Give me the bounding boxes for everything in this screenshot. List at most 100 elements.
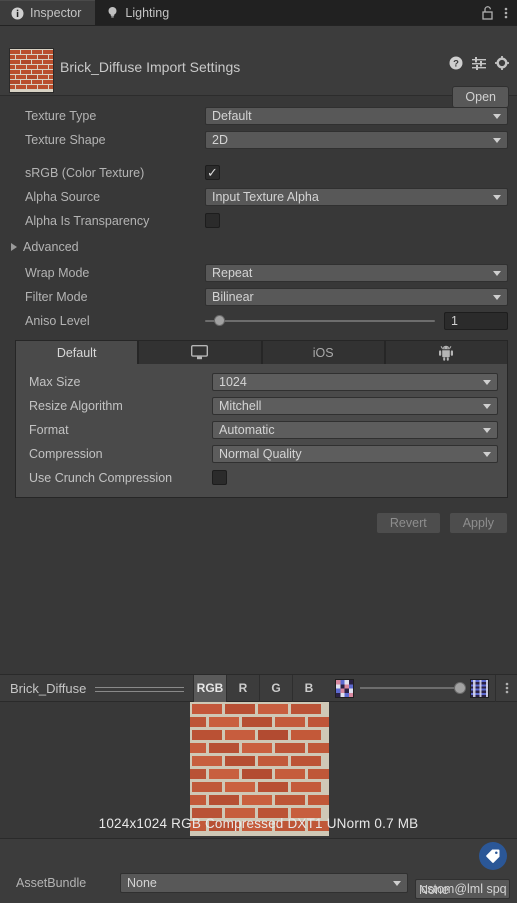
platform-tab-android[interactable] <box>384 340 508 364</box>
platform-tab-ios[interactable]: iOS <box>261 340 385 364</box>
compression-dropdown[interactable]: Normal Quality <box>212 444 498 463</box>
channel-button-rgb[interactable]: RGB <box>193 674 226 702</box>
filter-mode-label: Filter Mode <box>25 289 88 304</box>
mip-small-icon[interactable] <box>335 678 354 698</box>
chevron-down-icon <box>483 427 491 433</box>
mip-level-slider[interactable] <box>360 681 466 695</box>
preview-info-text: 1024x1024 RGB Compressed DXT1 UNorm 0.7 … <box>98 816 419 831</box>
checkmark-icon: ✓ <box>207 165 218 180</box>
mip-large-icon[interactable] <box>470 678 489 698</box>
channel-button-g[interactable]: G <box>259 674 292 702</box>
aniso-level-label: Aniso Level <box>25 313 90 328</box>
alpha-source-value: Input Texture Alpha <box>212 189 319 204</box>
gear-icon[interactable] <box>495 56 509 70</box>
slider-handle[interactable] <box>214 315 226 326</box>
assetbundle-variant-dropdown[interactable]: cstom@lml spq <box>415 879 510 899</box>
import-settings-section: Texture Type Default Texture Shape 2D sR… <box>0 96 517 330</box>
tab-inspector-label: Inspector <box>30 6 82 20</box>
kebab-menu-icon[interactable] <box>504 6 508 20</box>
use-crunch-compression-checkbox[interactable] <box>212 470 227 485</box>
assetbundle-label: AssetBundle <box>16 876 87 890</box>
tab-inspector[interactable]: Inspector <box>0 0 96 25</box>
open-button[interactable]: Open <box>452 86 509 108</box>
platform-tab-ios-label: iOS <box>312 345 334 360</box>
texture-type-label: Texture Type <box>25 108 97 123</box>
max-size-value: 1024 <box>219 374 247 389</box>
alpha-source-dropdown[interactable]: Input Texture Alpha <box>205 187 508 206</box>
object-header: Brick_Diffuse Import Settings ? Open <box>0 26 517 108</box>
texture-type-dropdown[interactable]: Default <box>205 106 508 125</box>
platform-tab-default[interactable]: Default <box>15 340 139 364</box>
aniso-level-control: 1 <box>205 311 508 330</box>
row-srgb: sRGB (Color Texture) ✓ <box>9 163 508 182</box>
wrap-mode-label: Wrap Mode <box>25 265 90 280</box>
svg-text:?: ? <box>453 59 459 70</box>
help-icon[interactable]: ? <box>449 56 463 70</box>
compression-value: Normal Quality <box>219 446 302 461</box>
max-size-dropdown[interactable]: 1024 <box>212 372 498 391</box>
channel-button-r[interactable]: R <box>226 674 259 702</box>
slider-track <box>360 687 466 689</box>
srgb-label: sRGB (Color Texture) <box>25 165 145 180</box>
foldout-arrow-icon <box>11 243 17 251</box>
srgb-checkbox[interactable]: ✓ <box>205 165 220 180</box>
channel-button-b[interactable]: B <box>292 674 325 702</box>
platform-panel: Max Size 1024 Resize Algorithm Mitchell … <box>15 364 508 498</box>
advanced-label: Advanced <box>23 240 79 254</box>
window-actions <box>481 0 517 25</box>
page-title: Brick_Diffuse Import Settings <box>60 59 241 75</box>
header-icon-group: ? <box>449 56 509 70</box>
texture-shape-label: Texture Shape <box>25 132 106 147</box>
alpha-is-transparency-checkbox[interactable] <box>205 213 220 228</box>
format-label: Format <box>29 422 69 437</box>
apply-button[interactable]: Apply <box>448 512 508 534</box>
compression-label: Compression <box>29 446 103 461</box>
texture-shape-value: 2D <box>212 132 228 147</box>
row-compression: Compression Normal Quality <box>16 444 498 463</box>
row-resize-algorithm: Resize Algorithm Mitchell <box>16 396 498 415</box>
row-filter-mode: Filter Mode Bilinear <box>9 287 508 306</box>
filter-mode-dropdown[interactable]: Bilinear <box>205 287 508 306</box>
window-tabstrip: Inspector Lighting <box>0 0 517 26</box>
platform-tab-standalone[interactable] <box>138 340 262 364</box>
row-alpha-source: Alpha Source Input Texture Alpha <box>9 187 508 206</box>
resize-algorithm-dropdown[interactable]: Mitchell <box>212 396 498 415</box>
tab-lighting[interactable]: Lighting <box>95 0 183 25</box>
toolbar-separator <box>95 683 184 693</box>
row-max-size: Max Size 1024 <box>16 372 498 391</box>
preview-menu-icon[interactable] <box>495 674 517 702</box>
aniso-level-field[interactable]: 1 <box>444 311 508 330</box>
filter-mode-value: Bilinear <box>212 289 254 304</box>
chevron-down-icon <box>483 451 491 457</box>
assetbundle-value: None <box>127 876 157 890</box>
lock-icon[interactable] <box>481 5 494 20</box>
preview-toolbar: Brick_Diffuse RGB R G B <box>0 674 517 702</box>
assetbundle-dropdown[interactable]: None <box>120 873 408 893</box>
advanced-foldout[interactable]: Advanced <box>11 237 508 257</box>
aniso-level-slider[interactable] <box>205 314 435 328</box>
slider-handle[interactable] <box>454 682 466 694</box>
row-alpha-is-transparency: Alpha Is Transparency <box>9 211 508 230</box>
row-texture-shape: Texture Shape 2D <box>9 130 508 149</box>
wrap-mode-dropdown[interactable]: Repeat <box>205 263 508 282</box>
slider-track <box>205 319 435 322</box>
action-button-row: Revert Apply <box>0 498 517 534</box>
alpha-source-label: Alpha Source <box>25 189 101 204</box>
label-tag-icon[interactable] <box>479 842 507 870</box>
resize-algorithm-label: Resize Algorithm <box>29 398 123 413</box>
row-wrap-mode: Wrap Mode Repeat <box>9 263 508 282</box>
texture-type-value: Default <box>212 108 252 123</box>
row-use-crunch-compression: Use Crunch Compression <box>16 468 498 487</box>
assetbundle-row: AssetBundle None cstom@lml spq None <box>0 873 517 899</box>
texture-shape-dropdown[interactable]: 2D <box>205 130 508 149</box>
row-aniso-level: Aniso Level 1 <box>9 311 508 330</box>
preview-asset-name: Brick_Diffuse <box>10 680 87 696</box>
platform-settings-box: Default iOS Max Size 1024 Resize Algorit… <box>15 340 508 498</box>
resize-algorithm-value: Mitchell <box>219 398 262 413</box>
revert-button[interactable]: Revert <box>375 512 441 534</box>
preset-icon[interactable] <box>472 56 486 70</box>
android-robot-icon <box>438 345 454 361</box>
info-icon <box>11 7 24 20</box>
format-dropdown[interactable]: Automatic <box>212 420 498 439</box>
use-crunch-compression-label: Use Crunch Compression <box>29 470 173 485</box>
